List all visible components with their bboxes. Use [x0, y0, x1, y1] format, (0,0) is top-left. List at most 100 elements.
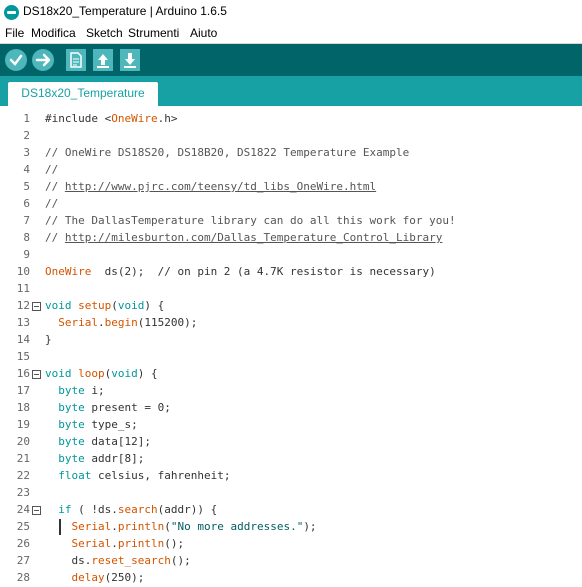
- open-button[interactable]: [93, 49, 113, 71]
- code-text: delay(250);: [45, 571, 145, 584]
- menu-aiuto[interactable]: Aiuto: [190, 26, 217, 40]
- menu-sketch[interactable]: Sketch: [86, 26, 123, 40]
- code-editor[interactable]: 1 #include <OneWire.h> 2 3// OneWire DS18S2…: [0, 106, 582, 584]
- code-token: if: [58, 503, 72, 516]
- line-number: 17: [16, 384, 30, 397]
- arduino-logo-icon: [4, 5, 19, 20]
- code-text: // http://www.pjrc.com/teensy/td_libs_On…: [45, 180, 376, 193]
- code-token: .: [111, 520, 118, 533]
- code-token: }: [45, 333, 52, 346]
- code-token: void: [111, 367, 138, 380]
- code-token: http://www.pjrc.com/teensy/td_libs_OneWi…: [64, 180, 377, 193]
- code-line: 18 byte present = 0;: [0, 400, 582, 417]
- line-number: 9: [23, 248, 30, 261]
- code-line: 12 void setup(void) {: [0, 298, 582, 315]
- tab-bar: DS18x20_Temperature: [0, 76, 582, 106]
- window-title: DS18x20_Temperature | Arduino 1.6.5: [23, 4, 227, 18]
- save-button[interactable]: [120, 49, 140, 71]
- code-line: 4 //: [0, 162, 582, 179]
- code-token: float: [58, 469, 92, 482]
- line-number: 23: [16, 486, 30, 499]
- code-line: 2: [0, 128, 582, 145]
- code-token: (250);: [104, 571, 145, 584]
- code-text: Serial.begin(115200);: [45, 316, 197, 329]
- line-number: 20: [16, 435, 30, 448]
- new-button[interactable]: [66, 49, 86, 71]
- code-token: //: [45, 231, 65, 244]
- line-number: 14: [16, 333, 30, 346]
- fold-toggle-icon[interactable]: [32, 302, 41, 311]
- code-line: 7 // The DallasTemperature library can do…: [0, 213, 582, 230]
- code-line: 11: [0, 281, 582, 298]
- code-text: byte i;: [45, 384, 104, 397]
- code-token: (115200);: [137, 316, 198, 329]
- code-token: addr[8];: [84, 452, 145, 465]
- line-number: 2: [23, 129, 30, 142]
- menu-modifica[interactable]: Modifica: [31, 26, 76, 40]
- code-token: ();: [170, 554, 191, 567]
- toolbar: [0, 44, 582, 76]
- code-token: ( !ds.: [71, 503, 118, 516]
- code-token: );: [303, 520, 317, 533]
- code-line: 28 delay(250);: [0, 570, 582, 587]
- code-text: byte present = 0;: [45, 401, 171, 414]
- code-token: //: [45, 180, 65, 193]
- verify-button[interactable]: [5, 49, 27, 71]
- arrow-up-icon: [97, 54, 109, 68]
- code-token: ds(2); // on pin 2 (a 4.7K resistor is n…: [91, 265, 436, 278]
- line-number: 22: [16, 469, 30, 482]
- menu-bar: File Modifica Sketch Strumenti Aiuto: [0, 24, 582, 44]
- line-number: 27: [16, 554, 30, 567]
- line-number: 28: [16, 571, 30, 584]
- code-line: 22 float celsius, fahrenheit;: [0, 468, 582, 485]
- code-token: (: [111, 299, 118, 312]
- code-token: http://milesburton.com/Dallas_Temperatur…: [64, 231, 443, 244]
- code-text: Serial.println("No more addresses.");: [45, 520, 317, 533]
- code-line: 17 byte i;: [0, 383, 582, 400]
- code-token: OneWire: [45, 265, 92, 278]
- code-text: }: [45, 333, 52, 346]
- code-token: (: [164, 520, 171, 533]
- line-number: 18: [16, 401, 30, 414]
- code-token: setup: [78, 299, 112, 312]
- code-text: // The DallasTemperature library can do …: [45, 214, 456, 227]
- code-text: byte addr[8];: [45, 452, 144, 465]
- code-text: if ( !ds.search(addr)) {: [45, 503, 217, 516]
- code-token: reset_search: [91, 554, 171, 567]
- code-token: void: [117, 299, 145, 312]
- line-number: 16: [16, 367, 30, 380]
- line-number: 11: [16, 282, 30, 295]
- code-token: // The DallasTemperature library can do …: [45, 214, 456, 227]
- text-caret: [59, 519, 61, 535]
- code-line: 15: [0, 349, 582, 366]
- code-text: float celsius, fahrenheit;: [45, 469, 230, 482]
- code-text: OneWire ds(2); // on pin 2 (a 4.7K resis…: [45, 265, 436, 278]
- code-line: 14}: [0, 332, 582, 349]
- upload-button[interactable]: [32, 49, 54, 71]
- code-line: 6 //: [0, 196, 582, 213]
- code-line: 26 Serial.println();: [0, 536, 582, 553]
- code-line: 16 void loop(void) {: [0, 366, 582, 383]
- line-number: 6: [23, 197, 30, 210]
- tab-ds18x20-temperature[interactable]: DS18x20_Temperature: [8, 82, 158, 106]
- menu-file[interactable]: File: [5, 26, 24, 40]
- code-token: Serial: [71, 537, 112, 550]
- new-file-icon: [70, 52, 82, 68]
- code-text: Serial.println();: [45, 537, 185, 550]
- fold-toggle-icon[interactable]: [32, 506, 41, 515]
- code-text: byte data[12];: [45, 435, 151, 448]
- fold-toggle-icon[interactable]: [32, 370, 41, 379]
- code-token: type_s;: [84, 418, 138, 431]
- menu-strumenti[interactable]: Strumenti: [128, 26, 179, 40]
- code-token: // OneWire DS18S20, DS18B20, DS1822 Temp…: [45, 146, 410, 159]
- code-line: 25 Serial.println("No more addresses.");: [0, 519, 582, 536]
- code-token: println: [117, 537, 165, 550]
- line-number: 7: [23, 214, 30, 227]
- code-token: search: [117, 503, 158, 516]
- code-text: // OneWire DS18S20, DS18B20, DS1822 Temp…: [45, 146, 409, 159]
